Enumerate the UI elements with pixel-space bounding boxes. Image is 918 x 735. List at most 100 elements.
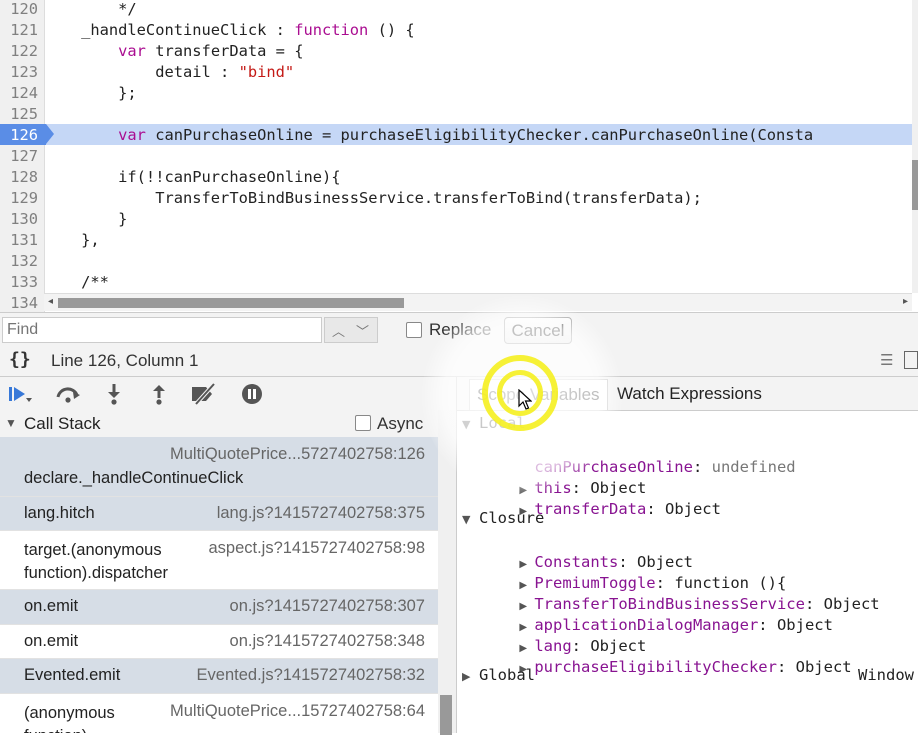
code-line[interactable]: 132: [0, 251, 912, 272]
step-over-icon[interactable]: [54, 381, 82, 407]
line-number[interactable]: 131: [0, 230, 44, 251]
pause-on-exceptions-icon[interactable]: [238, 381, 266, 407]
replace-label: Replace: [429, 320, 492, 339]
expand-triangle-icon[interactable]: ▶: [462, 670, 479, 683]
code-line[interactable]: 130 }: [0, 209, 912, 230]
code-line[interactable]: 129 TransferToBindBusinessService.transf…: [0, 188, 912, 209]
find-input[interactable]: [2, 317, 322, 343]
line-number[interactable]: 124: [0, 83, 44, 104]
line-number[interactable]: 121: [0, 20, 44, 41]
line-number[interactable]: 123: [0, 62, 44, 83]
replace-checkbox[interactable]: [406, 322, 422, 338]
code-line[interactable]: 127: [0, 146, 912, 167]
scope-section-title: Global: [479, 666, 535, 684]
line-number[interactable]: 120: [0, 0, 44, 20]
line-number[interactable]: 128: [0, 167, 44, 188]
frame-location: MultiQuotePrice...5727402758:126: [169, 445, 425, 463]
line-number[interactable]: 125: [0, 104, 44, 125]
line-number[interactable]: 130: [0, 209, 44, 230]
frame-location: Evented.js?1415727402758:32: [196, 666, 425, 684]
property-value: undefined: [711, 458, 796, 476]
property-key: purchaseEligibilityChecker: [534, 658, 777, 676]
frame-function: on.emit: [24, 632, 79, 650]
scope-global-header[interactable]: ▶ Global: [462, 666, 535, 684]
code-line[interactable]: 120 */: [0, 0, 912, 20]
step-into-icon[interactable]: [100, 381, 128, 407]
code-line[interactable]: 125: [0, 104, 912, 125]
code-line[interactable]: 124 };: [0, 83, 912, 104]
scope-section-title: Closure: [479, 509, 545, 527]
scope-closure-header[interactable]: ▼ Closure: [462, 509, 544, 527]
scroll-thumb[interactable]: [912, 160, 918, 210]
find-bar: ︿ ﹀ Replace Cancel: [0, 312, 918, 348]
property-value: Object: [664, 500, 721, 518]
dock-panel-icon[interactable]: [904, 351, 918, 369]
editor-horizontal-scrollbar[interactable]: ◂ ▸: [44, 293, 912, 311]
line-number[interactable]: 129: [0, 188, 44, 209]
code-text: };: [44, 84, 137, 102]
frame-location: aspect.js?1415727402758:98: [208, 539, 425, 557]
code-line[interactable]: 123 detail : "bind": [0, 62, 912, 83]
scope-property[interactable]: ▶ purchaseEligibilityChecker: Object: [482, 640, 852, 694]
cancel-button[interactable]: Cancel: [504, 317, 572, 344]
find-navigation: ︿ ﹀: [324, 317, 378, 343]
source-editor[interactable]: 120 */121 _handleContinueClick : functio…: [0, 0, 918, 312]
frame-function: target.(anonymous function).dispatcher: [24, 541, 168, 582]
code-line[interactable]: 131 },: [0, 230, 912, 251]
debugger-toolbar: [0, 377, 456, 411]
cursor-position: Line 126, Column 1: [51, 351, 199, 370]
line-number[interactable]: 127: [0, 146, 44, 167]
code-text: var transferData = {: [118, 42, 304, 60]
tab-watch-expressions[interactable]: Watch Expressions: [617, 379, 762, 409]
call-frame[interactable]: lang.hitch lang.js?1415727402758:375: [0, 497, 438, 531]
call-stack-header[interactable]: ▼ Call Stack Async: [0, 410, 438, 438]
call-frame[interactable]: on.emit on.js?1415727402758:348: [0, 625, 438, 659]
line-number[interactable]: 134: [0, 293, 44, 312]
deactivate-breakpoints-icon[interactable]: [190, 381, 218, 407]
call-stack-list: MultiQuotePrice...5727402758:126 declare…: [0, 437, 438, 733]
scroll-right-icon[interactable]: ▸: [903, 296, 908, 307]
async-checkbox[interactable]: [355, 415, 371, 431]
call-frame[interactable]: target.(anonymous function).dispatcher a…: [0, 531, 438, 590]
find-next-icon[interactable]: ﹀: [356, 321, 369, 340]
code-text: TransferToBindBusinessService.transferTo…: [44, 189, 702, 207]
call-stack-title: Call Stack: [24, 414, 101, 433]
mouse-cursor-icon: [518, 389, 532, 410]
property-value: Object: [795, 658, 852, 676]
line-number[interactable]: 132: [0, 251, 44, 272]
step-out-icon[interactable]: [145, 381, 173, 407]
call-frame[interactable]: MultiQuotePrice...5727402758:126 declare…: [0, 437, 438, 497]
frame-function: Evented.emit: [24, 666, 121, 684]
property-key: transferData: [534, 500, 647, 518]
sidebar-scrollbar[interactable]: [438, 410, 456, 735]
line-number[interactable]: 133: [0, 272, 44, 293]
pretty-print-icon[interactable]: {}: [9, 349, 31, 370]
code-line[interactable]: 126 var canPurchaseOnline = purchaseElig…: [0, 125, 912, 146]
frame-function: declare._handleContinueClick: [24, 469, 244, 487]
property-value: Object: [776, 616, 833, 634]
frame-location: on.js?1415727402758:348: [229, 632, 425, 650]
code-line[interactable]: 133 /**: [0, 272, 912, 293]
code-text: },: [44, 231, 100, 249]
debugger-sidebar: ▼ Call Stack Async MultiQuotePrice...572…: [0, 377, 457, 735]
menu-lines-icon[interactable]: ☰: [880, 351, 893, 369]
editor-vertical-scrollbar[interactable]: [912, 0, 918, 293]
scroll-left-icon[interactable]: ◂: [48, 296, 53, 307]
line-number[interactable]: 122: [0, 41, 44, 62]
call-frame[interactable]: on.emit on.js?1415727402758:307: [0, 590, 438, 625]
resume-icon[interactable]: [6, 381, 34, 407]
code-line[interactable]: 122 var transferData = {: [0, 41, 912, 62]
find-previous-icon[interactable]: ︿: [332, 321, 345, 340]
call-frame[interactable]: (anonymous function) MultiQuotePrice...1…: [0, 694, 438, 733]
expand-triangle-icon[interactable]: ▼: [462, 418, 479, 431]
code-line[interactable]: 128 if(!!canPurchaseOnline){: [0, 167, 912, 188]
scroll-thumb[interactable]: [440, 695, 452, 735]
call-frame[interactable]: Evented.emit Evented.js?1415727402758:32: [0, 659, 438, 694]
frame-location: MultiQuotePrice...15727402758:64: [169, 702, 425, 720]
expand-triangle-icon[interactable]: ▼: [462, 513, 479, 526]
expand-triangle-icon[interactable]: ▼: [5, 416, 17, 430]
scroll-thumb[interactable]: [58, 298, 404, 308]
code-line[interactable]: 121 _handleContinueClick : function () {: [0, 20, 912, 41]
code-text: detail : "bind": [44, 63, 295, 81]
line-number[interactable]: 126: [0, 125, 44, 146]
